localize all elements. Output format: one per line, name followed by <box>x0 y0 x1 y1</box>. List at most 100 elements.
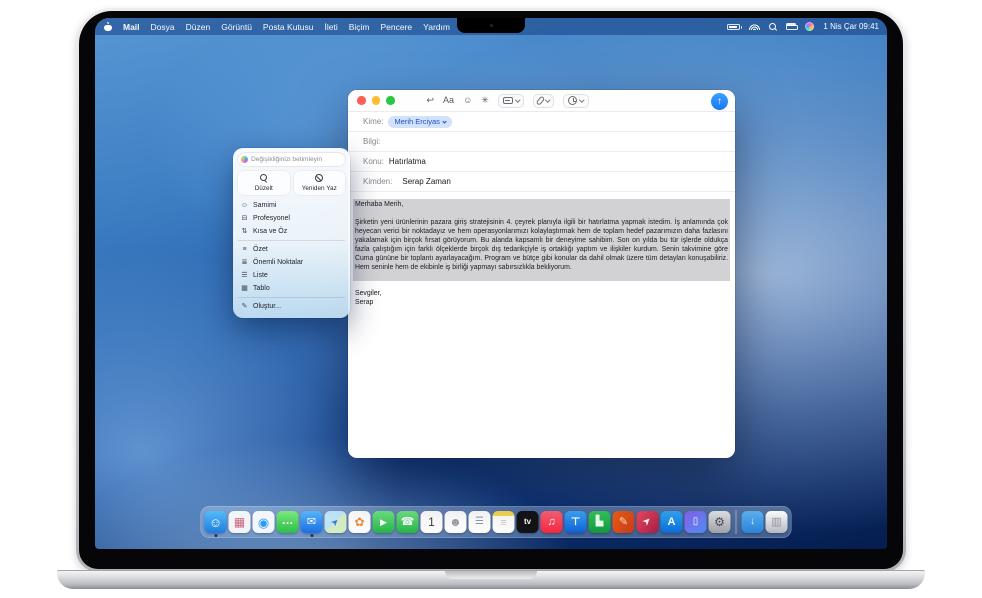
selected-text-block[interactable]: Merhaba Merih, Şirketin yeni ürünlerinin… <box>353 199 730 281</box>
format-item-icon: ▦ <box>240 285 249 292</box>
send-button[interactable]: ↑ <box>711 93 728 110</box>
rewrite-button[interactable]: Yeniden Yaz <box>294 171 346 195</box>
dock-icon-reminders[interactable]: ☰ <box>469 511 491 533</box>
dock-icon-notes[interactable]: ≡ <box>493 511 515 533</box>
camera-dot <box>490 24 493 27</box>
chevron-down-icon <box>515 97 520 102</box>
macbook-frame: Mail Dosya Düzen Görüntü Posta Kutusu İleti Bi… <box>76 8 906 572</box>
traffic-lights <box>357 96 395 105</box>
menu-item[interactable]: Yardım <box>423 22 450 32</box>
subject-field[interactable]: Konu: Hatırlatma <box>348 152 735 172</box>
menu-item[interactable]: Posta Kutusu <box>263 22 314 32</box>
chevron-down-icon <box>580 97 585 102</box>
writing-tools-popup: Değişikliğinizi betimleyin Düzelt Yenide… <box>233 148 350 318</box>
compose-menu-item[interactable]: ✎ Oluştur... <box>238 300 345 313</box>
to-field[interactable]: Kime: Merih Erciyas <box>348 112 735 132</box>
menu-bar-clock[interactable]: 1 Nis Çar 09:41 <box>823 22 879 31</box>
tone-menu-item[interactable]: ⊟Profesyonel <box>238 212 345 225</box>
dock-icon-tv[interactable]: tv <box>517 511 539 533</box>
menu-item[interactable]: Biçim <box>349 22 370 32</box>
apple-logo-icon[interactable] <box>104 22 112 31</box>
dock-icon-mail[interactable]: ✉ <box>301 511 323 533</box>
dock-icon-glyph: ☎ <box>401 517 415 528</box>
describe-change-placeholder: Değişikliğinizi betimleyin <box>251 156 322 163</box>
control-center-icon[interactable] <box>786 23 796 30</box>
dock-icon-glyph: ✎ <box>619 517 628 528</box>
dock-icon-music[interactable]: ♫ <box>541 511 563 533</box>
format-text-icon[interactable]: Aa <box>443 96 454 105</box>
dock-icon-numbers[interactable]: ▙ <box>589 511 611 533</box>
dock-icon-app-store[interactable]: A <box>661 511 683 533</box>
dock-icon-downloads[interactable]: ↓ <box>742 511 764 533</box>
recipient-token[interactable]: Merih Erciyas <box>388 116 451 128</box>
subject-label: Konu: <box>363 157 384 166</box>
dock-icon-safari[interactable]: ◉ <box>253 511 275 533</box>
screenshot-stage: Mail Dosya Düzen Görüntü Posta Kutusu İleti Bi… <box>0 0 982 598</box>
send-later-button[interactable] <box>563 94 589 108</box>
dock-icon-glyph: ⚙ <box>714 516 725 528</box>
dock-icon-photos[interactable]: ✿ <box>349 511 371 533</box>
dock-icon-glyph: ☻ <box>449 516 462 528</box>
minimize-button[interactable] <box>372 96 381 105</box>
dock-icon-iphone-mirroring[interactable]: ▯ <box>685 511 707 533</box>
dock-icon-facetime[interactable]: ▶ <box>373 511 395 533</box>
describe-change-input[interactable]: Değişikliğinizi betimleyin <box>238 153 345 166</box>
header-fields-button[interactable] <box>498 94 525 108</box>
format-menu-item[interactable]: ≡Özet <box>238 243 345 256</box>
tone-menu-item[interactable]: ☺Samimi <box>238 199 345 212</box>
menu-item[interactable]: Düzen <box>186 22 211 32</box>
menu-item[interactable]: Pencere <box>381 22 413 32</box>
running-indicator-mail <box>311 534 314 537</box>
recipient-name: Merih Erciyas <box>394 117 439 126</box>
dock-icon-glyph: ♫ <box>547 517 555 528</box>
from-field[interactable]: Kimden: Serap Zaman <box>348 172 735 192</box>
macbook-base <box>57 570 925 589</box>
dock-icon-glyph: ▯ <box>693 517 699 527</box>
battery-icon[interactable] <box>727 24 740 30</box>
dock-icon-glyph: ▙ <box>596 517 604 527</box>
undo-icon[interactable]: ↩ <box>427 96 435 105</box>
dock-icon-rocket[interactable]: ➤ <box>637 511 659 533</box>
email-body[interactable]: Merhaba Merih, Şirketin yeni ürünlerinin… <box>348 192 735 314</box>
dock-icon-glyph: ➤ <box>641 515 654 528</box>
dock-icon-phone[interactable]: ☎ <box>397 511 419 533</box>
search-icon[interactable] <box>769 23 777 31</box>
dock-icon-finder[interactable]: ☺ <box>205 511 227 533</box>
attach-file-button[interactable] <box>533 94 554 108</box>
menu-item[interactable]: İleti <box>324 22 337 32</box>
wifi-icon[interactable] <box>749 23 760 30</box>
menu-divider <box>238 297 345 298</box>
dock-icon-contacts[interactable]: ☻ <box>445 511 467 533</box>
dock-icon-pages[interactable]: ✎ <box>613 511 635 533</box>
menu-item[interactable]: Görüntü <box>221 22 252 32</box>
proofread-button[interactable]: Düzelt <box>238 171 290 195</box>
window-titlebar: ↩ Aa ☺ ✳ <box>348 90 735 112</box>
format-menu-item[interactable]: ☰Liste <box>238 269 345 282</box>
clock-icon <box>568 96 577 105</box>
macbook-base-notch <box>445 571 537 579</box>
dock-icon-messages[interactable]: … <box>277 511 299 533</box>
dock-icon-maps[interactable]: ➤ <box>325 511 347 533</box>
emoji-icon[interactable]: ☺ <box>463 96 472 105</box>
tone-menu-item[interactable]: ⇅Kısa ve Öz <box>238 225 345 238</box>
siri-icon[interactable] <box>805 22 814 31</box>
dock-icon-launchpad[interactable]: ▦ <box>229 511 251 533</box>
cc-field[interactable]: Bilgi: <box>348 132 735 152</box>
proofread-magnifier-icon <box>260 174 268 182</box>
format-menu-item[interactable]: ▦ Tablo <box>238 282 345 295</box>
dock-icon-calendar[interactable]: 1 <box>421 511 443 533</box>
dock-icon-settings[interactable]: ⚙ <box>709 511 731 533</box>
fullscreen-button[interactable] <box>386 96 395 105</box>
dock-icon-trash[interactable]: ▥ <box>766 511 788 533</box>
format-item-label: Tablo <box>253 285 270 292</box>
format-menu-item[interactable]: ≣Önemli Noktalar <box>238 256 345 269</box>
writing-tools-icon[interactable]: ✳ <box>481 96 489 105</box>
apple-intelligence-icon <box>241 156 248 163</box>
close-button[interactable] <box>357 96 366 105</box>
menu-item[interactable]: Mail <box>123 22 140 32</box>
dock-icon-glyph: tv <box>524 518 531 526</box>
compose-item-label: Oluştur... <box>253 303 281 310</box>
menu-item[interactable]: Dosya <box>151 22 175 32</box>
compose-pencil-icon: ✎ <box>240 303 249 310</box>
dock-icon-keynote[interactable]: ⊤ <box>565 511 587 533</box>
